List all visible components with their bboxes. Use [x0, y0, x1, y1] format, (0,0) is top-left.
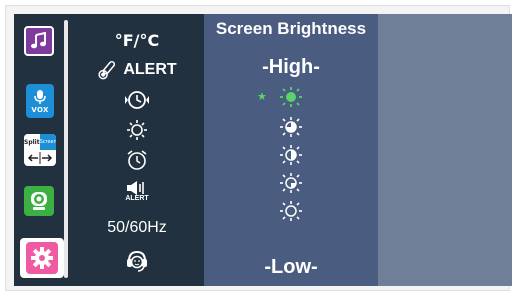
- menu-item-voice[interactable]: [70, 246, 204, 276]
- brightness-high-label: -High-: [262, 56, 320, 78]
- brightness-level-3[interactable]: [276, 144, 306, 166]
- split-arrows-icon: [27, 152, 53, 164]
- menu-item-alarm[interactable]: [70, 148, 204, 172]
- sound-alert-label: ALERT: [125, 194, 149, 202]
- menu-item-temp-alert[interactable]: ALERT: [70, 58, 204, 82]
- settings-screen: VOX Split Screen °F/°C ALERT ALERT 50/60…: [14, 14, 512, 286]
- menu-item-auto-scan[interactable]: [70, 88, 204, 112]
- sidebar: VOX Split Screen: [14, 14, 70, 286]
- brightness-title: Screen Brightness: [215, 19, 367, 38]
- camera-icon: [31, 192, 47, 210]
- brightness-full-icon: [280, 87, 302, 107]
- sidebar-divider: [64, 20, 68, 278]
- clock-camera-icon: [125, 91, 149, 109]
- brightness-low-icon: [280, 201, 302, 221]
- menu-item-temp-unit[interactable]: °F/°C: [70, 28, 204, 52]
- brightness-half-icon: [280, 145, 302, 165]
- brightness-panel: Screen Brightness -High- ★ -Low-: [204, 14, 378, 286]
- headset-face-icon: [127, 250, 147, 272]
- brightness-level-2[interactable]: [276, 116, 306, 138]
- temp-unit-label: °F/°C: [114, 30, 160, 50]
- sidebar-item-camera[interactable]: [24, 186, 54, 216]
- music-note-icon: [31, 32, 46, 49]
- split-right-label: Screen: [39, 134, 56, 150]
- sidebar-item-music[interactable]: [24, 26, 54, 56]
- sun-icon: [127, 120, 147, 140]
- menu-item-sound-alert[interactable]: ALERT: [70, 176, 204, 206]
- selected-star-icon: ★: [257, 90, 267, 103]
- brightness-level-4[interactable]: [276, 172, 306, 194]
- brightness-level-1[interactable]: [276, 86, 306, 108]
- sidebar-item-settings[interactable]: [20, 238, 64, 278]
- alarm-clock-icon: [127, 150, 147, 170]
- sidebar-item-vox[interactable]: VOX: [26, 84, 54, 118]
- menu-item-frequency[interactable]: 50/60Hz: [70, 216, 204, 240]
- speaker-icon: [127, 180, 144, 195]
- menu-item-brightness[interactable]: [70, 118, 204, 142]
- thermometer-icon: [98, 61, 116, 80]
- frequency-label: 50/60Hz: [107, 219, 167, 236]
- settings-menu: °F/°C ALERT ALERT 50/60Hz: [70, 14, 254, 286]
- temp-alert-label: ALERT: [123, 61, 177, 78]
- brightness-quarter-icon: [280, 173, 302, 193]
- empty-panel: [378, 14, 512, 286]
- brightness-level-5[interactable]: [276, 200, 306, 222]
- split-left-label: Split: [24, 134, 40, 150]
- brightness-three-quarter-icon: [280, 117, 302, 137]
- sidebar-item-split-screen[interactable]: Split Screen: [24, 134, 56, 166]
- vox-label: VOX: [31, 105, 49, 114]
- gear-icon: [31, 247, 53, 269]
- brightness-low-label: -Low-: [264, 256, 318, 278]
- microphone-icon: [34, 89, 46, 104]
